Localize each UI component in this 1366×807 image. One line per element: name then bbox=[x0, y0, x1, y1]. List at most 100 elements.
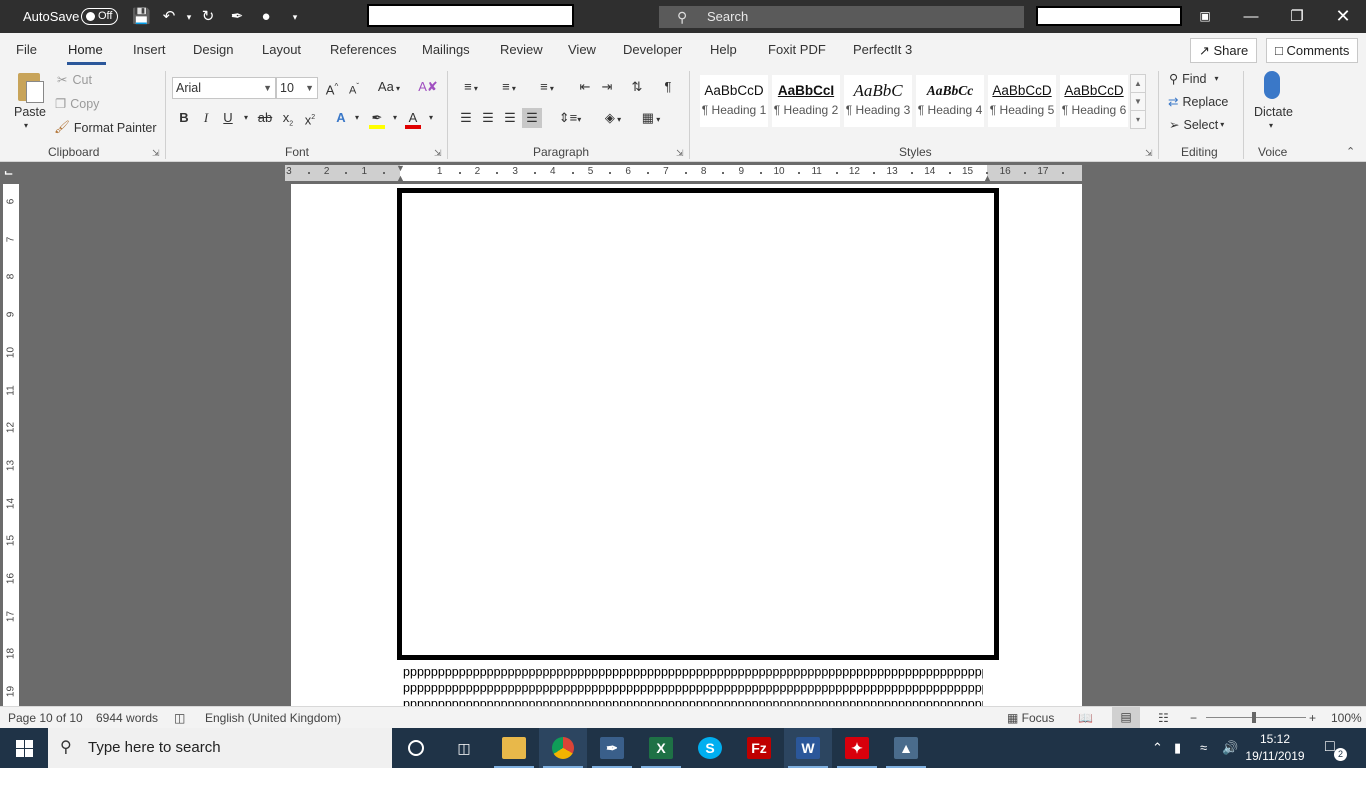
borders-icon[interactable]: ▦ ▾ bbox=[636, 108, 666, 128]
ribbon-display-icon[interactable]: ▣ bbox=[1182, 0, 1228, 33]
undo-dropdown-icon[interactable]: ▾ bbox=[180, 8, 198, 26]
picture-frame[interactable] bbox=[397, 188, 999, 660]
tab-design[interactable]: Design bbox=[193, 42, 233, 57]
first-line-indent-icon[interactable]: ▼ bbox=[396, 163, 405, 173]
taskbar-skype[interactable]: S bbox=[686, 728, 734, 768]
align-left-icon[interactable]: ☰ bbox=[456, 108, 476, 128]
underline-dropdown-icon[interactable]: ▾ bbox=[236, 108, 256, 128]
font-launcher-icon[interactable]: ⇲ bbox=[434, 148, 442, 159]
close-icon[interactable]: ✕ bbox=[1320, 0, 1366, 33]
page-count[interactable]: Page 10 of 10 bbox=[8, 711, 83, 725]
tab-help[interactable]: Help bbox=[710, 42, 737, 57]
strikethrough-button[interactable]: ab bbox=[255, 108, 275, 128]
circle-icon[interactable]: ● bbox=[257, 8, 275, 26]
font-color-icon[interactable]: A bbox=[403, 108, 423, 129]
increase-indent-icon[interactable]: ⇥ bbox=[597, 77, 617, 97]
text-effects-dropdown-icon[interactable]: ▾ bbox=[347, 108, 367, 128]
word-count[interactable]: 6944 words bbox=[96, 711, 158, 725]
undo-icon[interactable]: ↶ bbox=[160, 8, 178, 26]
font-color-dropdown-icon[interactable]: ▾ bbox=[421, 108, 441, 128]
body-text-line[interactable]: pppppppppppppppppppppppppppppppppppppppp… bbox=[403, 697, 983, 706]
font-size-combo[interactable]: 10 ▼ bbox=[276, 77, 318, 99]
styles-scrollbar[interactable]: ▲ ▼ ▾ bbox=[1130, 74, 1146, 129]
tab-mailings[interactable]: Mailings bbox=[422, 42, 470, 57]
taskbar-pen-app[interactable]: ✒ bbox=[588, 728, 636, 768]
taskbar-file-explorer[interactable] bbox=[490, 728, 538, 768]
tab-foxit-pdf[interactable]: Foxit PDF bbox=[768, 42, 826, 57]
taskbar-photos[interactable]: ▲ bbox=[882, 728, 930, 768]
bold-button[interactable]: B bbox=[174, 108, 194, 128]
tab-file[interactable]: File bbox=[16, 42, 37, 57]
horizontal-ruler[interactable]: 3 2 1 1 2 3 4 5 6 7 8 9 10 11 12 13 14 15 16 17 ▼ ▲ ▲ bbox=[285, 163, 1082, 183]
bullets-icon[interactable]: ≡ ▾ bbox=[456, 77, 486, 97]
zoom-slider[interactable] bbox=[1206, 717, 1306, 718]
select-button[interactable]: ➢ Select ▾ bbox=[1169, 117, 1224, 133]
find-button[interactable]: ⚲ Find ▾ bbox=[1169, 71, 1219, 87]
align-right-icon[interactable]: ☰ bbox=[500, 108, 520, 128]
copy-button[interactable]: ❐ Copy bbox=[55, 96, 99, 112]
language[interactable]: English (United Kingdom) bbox=[205, 711, 341, 725]
search-box[interactable]: ⚲ Search bbox=[659, 6, 1024, 28]
body-text-line[interactable]: pppppppppppppppppppppppppppppppppppppppp… bbox=[403, 681, 983, 695]
cut-button[interactable]: ✂ Cut bbox=[57, 72, 92, 88]
shrink-font-icon[interactable]: Aˇ bbox=[344, 77, 364, 97]
tab-home[interactable]: Home bbox=[68, 42, 103, 57]
sort-icon[interactable]: ⇅ bbox=[627, 77, 647, 97]
styles-more-icon[interactable]: ▾ bbox=[1131, 110, 1145, 128]
cortana-button[interactable] bbox=[392, 728, 440, 768]
autosave-toggle[interactable]: Off bbox=[81, 8, 118, 25]
zoom-slider-thumb[interactable] bbox=[1252, 712, 1256, 723]
paste-dropdown-icon[interactable]: ▾ bbox=[24, 121, 28, 130]
align-center-icon[interactable]: ☰ bbox=[478, 108, 498, 128]
style-heading-2[interactable]: AaBbCcI ¶ Heading 2 bbox=[772, 75, 840, 127]
tab-selector-icon[interactable]: ⌙ bbox=[4, 166, 18, 180]
clock[interactable]: 15:12 19/11/2019 bbox=[1240, 731, 1310, 765]
underline-button[interactable]: U bbox=[218, 108, 238, 128]
comments-button[interactable]: □ Comments bbox=[1266, 38, 1359, 63]
paragraph-launcher-icon[interactable]: ⇲ bbox=[676, 148, 684, 159]
format-painter-button[interactable]: 🖌 Format Painter bbox=[54, 120, 157, 135]
style-heading-4[interactable]: AaBbCc ¶ Heading 4 bbox=[916, 75, 984, 127]
tab-insert[interactable]: Insert bbox=[133, 42, 166, 57]
tab-developer[interactable]: Developer bbox=[623, 42, 682, 57]
collapse-ribbon-icon[interactable]: ⌃ bbox=[1346, 145, 1355, 158]
style-heading-1[interactable]: AaBbCcD ¶ Heading 1 bbox=[700, 75, 768, 127]
spelling-icon[interactable]: ✒ bbox=[228, 8, 246, 26]
paste-icon[interactable] bbox=[14, 71, 48, 105]
italic-button[interactable]: I bbox=[196, 108, 216, 128]
vertical-ruler[interactable]: 6 7 8 9 10 11 12 13 14 15 16 17 18 19 bbox=[3, 184, 19, 706]
taskbar-excel[interactable]: X bbox=[637, 728, 685, 768]
print-layout-icon[interactable]: ▤ bbox=[1112, 707, 1140, 728]
save-icon[interactable]: 💾 bbox=[132, 8, 151, 26]
show-hidden-icons-icon[interactable]: ⌃ bbox=[1152, 740, 1163, 756]
volume-icon[interactable]: 🔊 bbox=[1222, 740, 1238, 756]
minimize-icon[interactable]: — bbox=[1228, 0, 1274, 33]
styles-launcher-icon[interactable]: ⇲ bbox=[1145, 148, 1153, 159]
change-case-icon[interactable]: Aa ▾ bbox=[374, 77, 404, 97]
customize-qat-icon[interactable]: ▾ bbox=[286, 8, 304, 26]
taskbar-chrome[interactable] bbox=[539, 728, 587, 768]
replace-button[interactable]: ⇄ Replace bbox=[1168, 94, 1228, 110]
subscript-button[interactable]: x2 bbox=[278, 108, 298, 128]
zoom-level[interactable]: 100% bbox=[1331, 711, 1362, 725]
tab-review[interactable]: Review bbox=[500, 42, 543, 57]
paste-button[interactable]: Paste bbox=[14, 105, 46, 119]
battery-icon[interactable]: ▮ bbox=[1174, 740, 1181, 756]
tab-references[interactable]: References bbox=[330, 42, 396, 57]
style-heading-6[interactable]: AaBbCcD ¶ Heading 6 bbox=[1060, 75, 1128, 127]
start-button[interactable] bbox=[0, 728, 48, 768]
chevron-up-icon[interactable]: ▲ bbox=[1131, 75, 1145, 92]
multilevel-list-icon[interactable]: ≡ ▾ bbox=[532, 77, 562, 97]
highlight-icon[interactable]: ✒ bbox=[367, 108, 387, 129]
taskbar-word[interactable]: W bbox=[784, 728, 832, 768]
taskbar-search[interactable]: ⚲ Type here to search bbox=[48, 728, 392, 768]
clear-formatting-icon[interactable]: A✘ bbox=[418, 77, 438, 97]
taskbar-filezilla[interactable]: Fz bbox=[735, 728, 783, 768]
chevron-down-icon[interactable]: ▼ bbox=[1131, 92, 1145, 110]
microphone-icon[interactable] bbox=[1264, 71, 1280, 99]
restore-icon[interactable]: ❐ bbox=[1274, 0, 1320, 33]
document-page[interactable]: pppppppppppppppppppppppppppppppppppppppp… bbox=[291, 184, 1082, 706]
clipboard-launcher-icon[interactable]: ⇲ bbox=[152, 148, 160, 159]
web-layout-icon[interactable]: ☷ bbox=[1158, 711, 1169, 725]
wifi-icon[interactable]: ≈ bbox=[1200, 740, 1207, 755]
